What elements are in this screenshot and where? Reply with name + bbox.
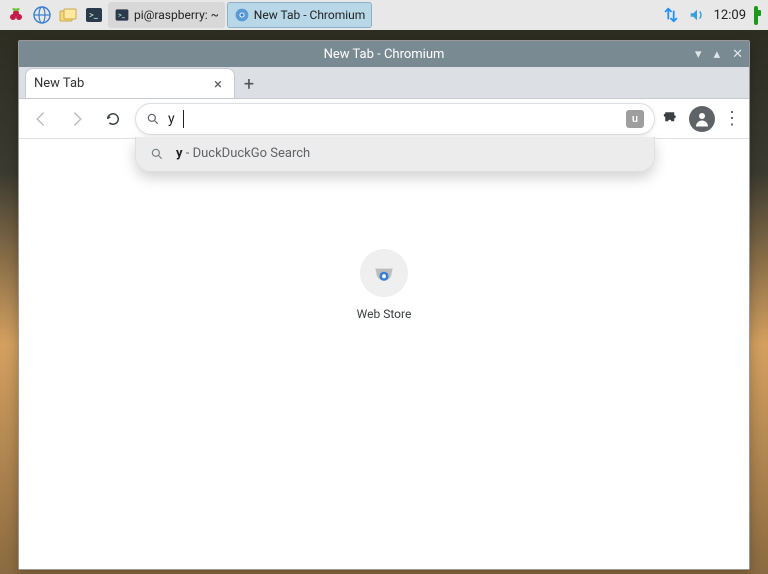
taskbar-item-label: pi@raspberry: ~ (134, 8, 219, 22)
web-store-icon (371, 260, 397, 286)
search-icon (146, 112, 160, 126)
new-tab-button[interactable]: + (235, 70, 263, 98)
clock[interactable]: 12:09 (714, 8, 746, 23)
window-close-button[interactable]: ✕ (732, 47, 743, 62)
taskbar-item-terminal[interactable]: >_ pi@raspberry: ~ (108, 2, 225, 28)
browser-toolbar: y u y - DuckDuckGo Search ⋮ (19, 99, 749, 139)
tab-close-button[interactable]: × (210, 75, 226, 93)
chromium-icon (234, 7, 250, 23)
text-caret (183, 110, 184, 128)
toolbar-right: ⋮ (663, 106, 741, 132)
suggestion-text: y - DuckDuckGo Search (176, 146, 310, 161)
os-taskbar: >_ >_ pi@raspberry: ~ New Tab - Chromium… (0, 0, 768, 30)
profile-avatar-button[interactable] (689, 106, 715, 132)
back-button[interactable] (27, 105, 55, 133)
terminal-icon: >_ (114, 7, 130, 23)
forward-button[interactable] (63, 105, 91, 133)
arrow-right-icon (68, 110, 86, 128)
omnibox-container: y u y - DuckDuckGo Search (135, 103, 655, 135)
arrow-left-icon (32, 110, 50, 128)
tab-strip: New Tab × + (19, 67, 749, 99)
window-titlebar[interactable]: New Tab - Chromium ▾ ▴ ✕ (19, 41, 749, 67)
svg-text:>_: >_ (118, 10, 126, 19)
ublock-badge[interactable]: u (626, 110, 644, 128)
shortcut-label: Web Store (357, 307, 412, 321)
taskbar-item-label: New Tab - Chromium (254, 8, 366, 22)
svg-text:>_: >_ (89, 11, 99, 21)
system-tray: 12:09 (662, 6, 764, 24)
raspberry-menu-icon[interactable] (4, 3, 28, 27)
window-controls: ▾ ▴ ✕ (695, 41, 743, 67)
battery-icon[interactable] (754, 8, 758, 23)
terminal-launcher-icon[interactable]: >_ (82, 3, 106, 27)
chrome-menu-button[interactable]: ⋮ (723, 108, 741, 129)
ntp-shortcut[interactable]: Web Store (357, 249, 412, 321)
omnibox-suggestions: y - DuckDuckGo Search (135, 137, 655, 172)
window-minimize-button[interactable]: ▾ (695, 47, 702, 62)
omnibox[interactable]: y u (135, 103, 655, 135)
reload-icon (104, 110, 122, 128)
volume-icon[interactable] (688, 6, 706, 24)
taskbar-item-chromium[interactable]: New Tab - Chromium (227, 2, 373, 28)
new-tab-page: Web Store (19, 139, 749, 569)
person-icon (693, 110, 711, 128)
window-maximize-button[interactable]: ▴ (714, 47, 721, 62)
browser-tab[interactable]: New Tab × (25, 68, 235, 98)
omnibox-text: y (168, 111, 175, 127)
extensions-button[interactable] (663, 110, 681, 128)
window-title: New Tab - Chromium (324, 47, 445, 62)
file-manager-icon[interactable] (56, 3, 80, 27)
suggestion-row[interactable]: y - DuckDuckGo Search (136, 137, 654, 171)
web-browser-icon[interactable] (30, 3, 54, 27)
network-icon[interactable] (662, 6, 680, 24)
search-icon (150, 147, 164, 161)
tab-title: New Tab (34, 76, 84, 91)
puzzle-icon (663, 110, 681, 128)
shortcut-icon-web-store (360, 249, 408, 297)
reload-button[interactable] (99, 105, 127, 133)
chromium-window: New Tab - Chromium ▾ ▴ ✕ New Tab × + y (18, 40, 750, 570)
